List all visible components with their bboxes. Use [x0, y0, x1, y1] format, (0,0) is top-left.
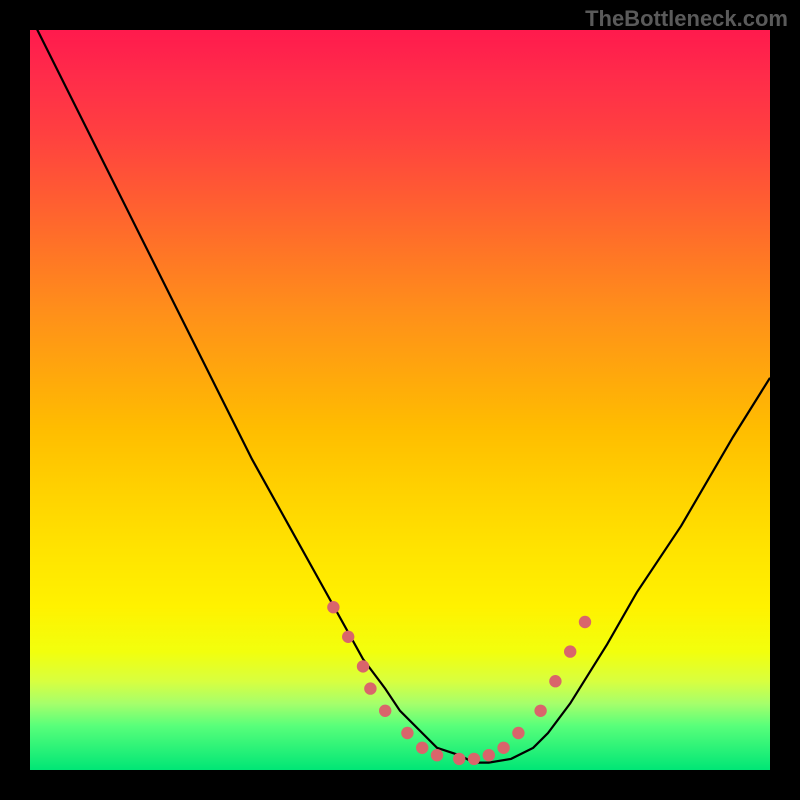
- chart-svg: [30, 30, 770, 770]
- chart-container: TheBottleneck.com: [0, 0, 800, 800]
- data-marker: [549, 675, 561, 687]
- data-marker: [416, 742, 428, 754]
- data-marker: [364, 682, 376, 694]
- plot-area: [30, 30, 770, 770]
- data-marker: [483, 749, 495, 761]
- data-marker: [327, 601, 339, 613]
- data-marker: [431, 749, 443, 761]
- data-marker: [401, 727, 413, 739]
- data-marker: [579, 616, 591, 628]
- data-marker: [512, 727, 524, 739]
- data-marker: [357, 660, 369, 672]
- data-marker: [342, 631, 354, 643]
- data-marker: [379, 705, 391, 717]
- data-marker: [468, 753, 480, 765]
- data-marker: [497, 742, 509, 754]
- data-marker: [453, 753, 465, 765]
- data-marker: [564, 645, 576, 657]
- data-marker: [534, 705, 546, 717]
- bottleneck-curve: [30, 30, 770, 763]
- watermark-text: TheBottleneck.com: [585, 6, 788, 32]
